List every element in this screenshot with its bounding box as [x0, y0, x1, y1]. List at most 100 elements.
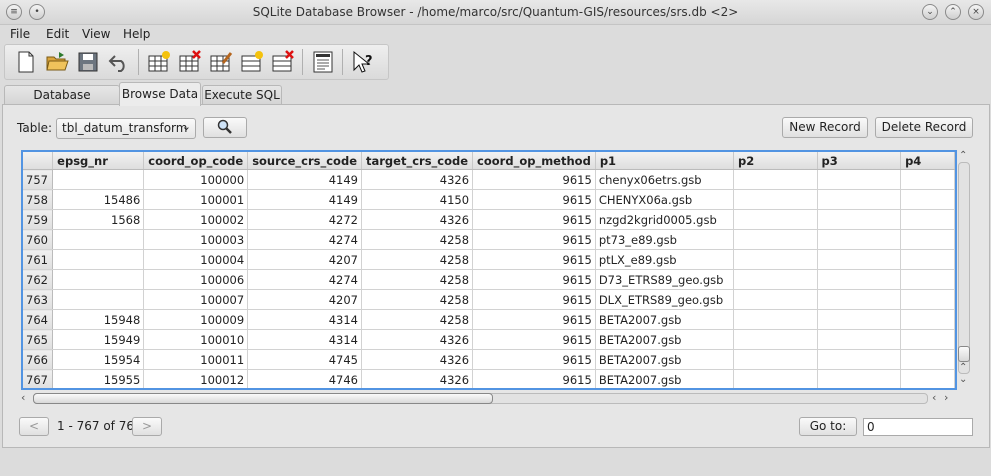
data-grid[interactable]: epsg_nr coord_op_code source_crs_code ta…	[21, 150, 957, 390]
cell-source-crs-code[interactable]: 4207	[247, 289, 362, 310]
row-header[interactable]: 766	[23, 349, 54, 370]
cell-target-crs-code[interactable]: 4326	[361, 209, 474, 230]
cell-epsg-nr[interactable]: 1568	[52, 209, 145, 230]
search-button[interactable]	[203, 117, 247, 138]
cell-coord-op-code[interactable]: 100003	[143, 229, 249, 250]
cell-source-crs-code[interactable]: 4314	[247, 329, 362, 350]
cell-p4[interactable]	[900, 289, 955, 310]
scroll-down-icon[interactable]: ⌄	[959, 374, 967, 385]
cell-p4[interactable]	[900, 189, 955, 210]
cell-coord-op-method[interactable]: 9615	[472, 189, 596, 210]
cell-coord-op-method[interactable]: 9615	[472, 269, 596, 290]
cell-epsg-nr[interactable]	[52, 229, 145, 250]
cell-p4[interactable]	[900, 229, 955, 250]
cell-p1[interactable]: BETA2007.gsb	[595, 329, 734, 350]
cell-coord-op-method[interactable]: 9615	[472, 209, 596, 230]
cell-source-crs-code[interactable]: 4149	[247, 189, 362, 210]
scroll-left-icon[interactable]: ‹	[932, 391, 936, 404]
cell-p4[interactable]	[900, 249, 955, 270]
table-row[interactable]: 760 100003 4274 4258 9615 pt73_e89.gsb	[23, 229, 955, 250]
cell-p2[interactable]	[733, 289, 818, 310]
cell-p4[interactable]	[900, 369, 955, 388]
scroll-right-icon[interactable]: ›	[944, 391, 948, 404]
cell-coord-op-method[interactable]: 9615	[472, 289, 596, 310]
cell-p1[interactable]: BETA2007.gsb	[595, 309, 734, 330]
cell-p1[interactable]: ptLX_e89.gsb	[595, 249, 734, 270]
cell-p3[interactable]	[817, 329, 902, 350]
column-header-coord-op-method[interactable]: coord_op_method	[472, 152, 596, 170]
cell-target-crs-code[interactable]: 4258	[361, 309, 474, 330]
cell-target-crs-code[interactable]: 4326	[361, 369, 474, 388]
cell-target-crs-code[interactable]: 4258	[361, 249, 474, 270]
cell-p2[interactable]	[733, 329, 818, 350]
cell-p3[interactable]	[817, 309, 902, 330]
cell-epsg-nr[interactable]	[52, 249, 145, 270]
cell-coord-op-method[interactable]: 9615	[472, 309, 596, 330]
cell-p2[interactable]	[733, 249, 818, 270]
cell-p2[interactable]	[733, 229, 818, 250]
cell-p3[interactable]	[817, 209, 902, 230]
cell-p2[interactable]	[733, 169, 818, 190]
cell-p3[interactable]	[817, 249, 902, 270]
cell-epsg-nr[interactable]	[52, 169, 145, 190]
cell-coord-op-code[interactable]: 100009	[143, 309, 249, 330]
cell-epsg-nr[interactable]	[52, 289, 145, 310]
column-header-p4[interactable]: p4	[900, 152, 955, 170]
cell-coord-op-code[interactable]: 100006	[143, 269, 249, 290]
delete-table-icon[interactable]	[178, 50, 202, 74]
cell-p1[interactable]: D73_ETRS89_geo.gsb	[595, 269, 734, 290]
cell-coord-op-code[interactable]: 100010	[143, 329, 249, 350]
column-header-epsg-nr[interactable]: epsg_nr	[52, 152, 145, 170]
cell-p4[interactable]	[900, 169, 955, 190]
scroll-up-icon[interactable]: ⌃	[959, 150, 967, 161]
cell-coord-op-code[interactable]: 100012	[143, 369, 249, 388]
tab-browse-data[interactable]: Browse Data	[119, 82, 201, 106]
cell-target-crs-code[interactable]: 4258	[361, 269, 474, 290]
cell-coord-op-code[interactable]: 100004	[143, 249, 249, 270]
cell-source-crs-code[interactable]: 4745	[247, 349, 362, 370]
new-record-button[interactable]: New Record	[782, 117, 868, 138]
table-row[interactable]: 761 100004 4207 4258 9615 ptLX_e89.gsb	[23, 249, 955, 270]
row-header[interactable]: 764	[23, 309, 54, 330]
cell-coord-op-code[interactable]: 100011	[143, 349, 249, 370]
table-row[interactable]: 763 100007 4207 4258 9615 DLX_ETRS89_geo…	[23, 289, 955, 310]
cell-p2[interactable]	[733, 309, 818, 330]
horizontal-scroll-handle[interactable]	[33, 393, 493, 404]
cell-p1[interactable]: nzgd2kgrid0005.gsb	[595, 209, 734, 230]
cell-p2[interactable]	[733, 269, 818, 290]
row-header[interactable]: 760	[23, 229, 54, 250]
cell-p1[interactable]: DLX_ETRS89_geo.gsb	[595, 289, 734, 310]
column-header-target-crs-code[interactable]: target_crs_code	[361, 152, 474, 170]
corner-header[interactable]	[23, 152, 54, 170]
cell-source-crs-code[interactable]: 4314	[247, 309, 362, 330]
cell-p1[interactable]: pt73_e89.gsb	[595, 229, 734, 250]
menu-edit[interactable]: Edit	[46, 27, 69, 41]
column-header-coord-op-code[interactable]: coord_op_code	[143, 152, 249, 170]
table-row[interactable]: 764 15948 100009 4314 4258 9615 BETA2007…	[23, 309, 955, 330]
row-header[interactable]: 759	[23, 209, 54, 230]
table-row[interactable]: 758 15486 100001 4149 4150 9615 CHENYX06…	[23, 189, 955, 210]
cell-p2[interactable]	[733, 189, 818, 210]
vertical-scrollbar[interactable]: ⌃ ⌃ ⌄	[956, 150, 972, 390]
cell-p3[interactable]	[817, 269, 902, 290]
cell-p3[interactable]	[817, 169, 902, 190]
row-header[interactable]: 767	[23, 369, 54, 388]
cell-coord-op-code[interactable]: 100001	[143, 189, 249, 210]
vertical-scroll-handle[interactable]	[958, 346, 970, 362]
row-header[interactable]: 758	[23, 189, 54, 210]
table-select[interactable]: tbl_datum_transform ⌄	[56, 118, 196, 139]
cell-p3[interactable]	[817, 349, 902, 370]
cell-p1[interactable]: CHENYX06a.gsb	[595, 189, 734, 210]
column-header-source-crs-code[interactable]: source_crs_code	[247, 152, 362, 170]
undo-icon[interactable]	[107, 50, 131, 74]
row-header[interactable]: 762	[23, 269, 54, 290]
cell-coord-op-code[interactable]: 100000	[143, 169, 249, 190]
delete-index-icon[interactable]	[271, 50, 295, 74]
cell-source-crs-code[interactable]: 4274	[247, 229, 362, 250]
cell-epsg-nr[interactable]: 15954	[52, 349, 145, 370]
row-header[interactable]: 765	[23, 329, 54, 350]
query-log-icon[interactable]	[311, 50, 335, 74]
column-header-p1[interactable]: p1	[595, 152, 734, 170]
create-index-icon[interactable]	[240, 50, 264, 74]
column-header-p3[interactable]: p3	[817, 152, 902, 170]
